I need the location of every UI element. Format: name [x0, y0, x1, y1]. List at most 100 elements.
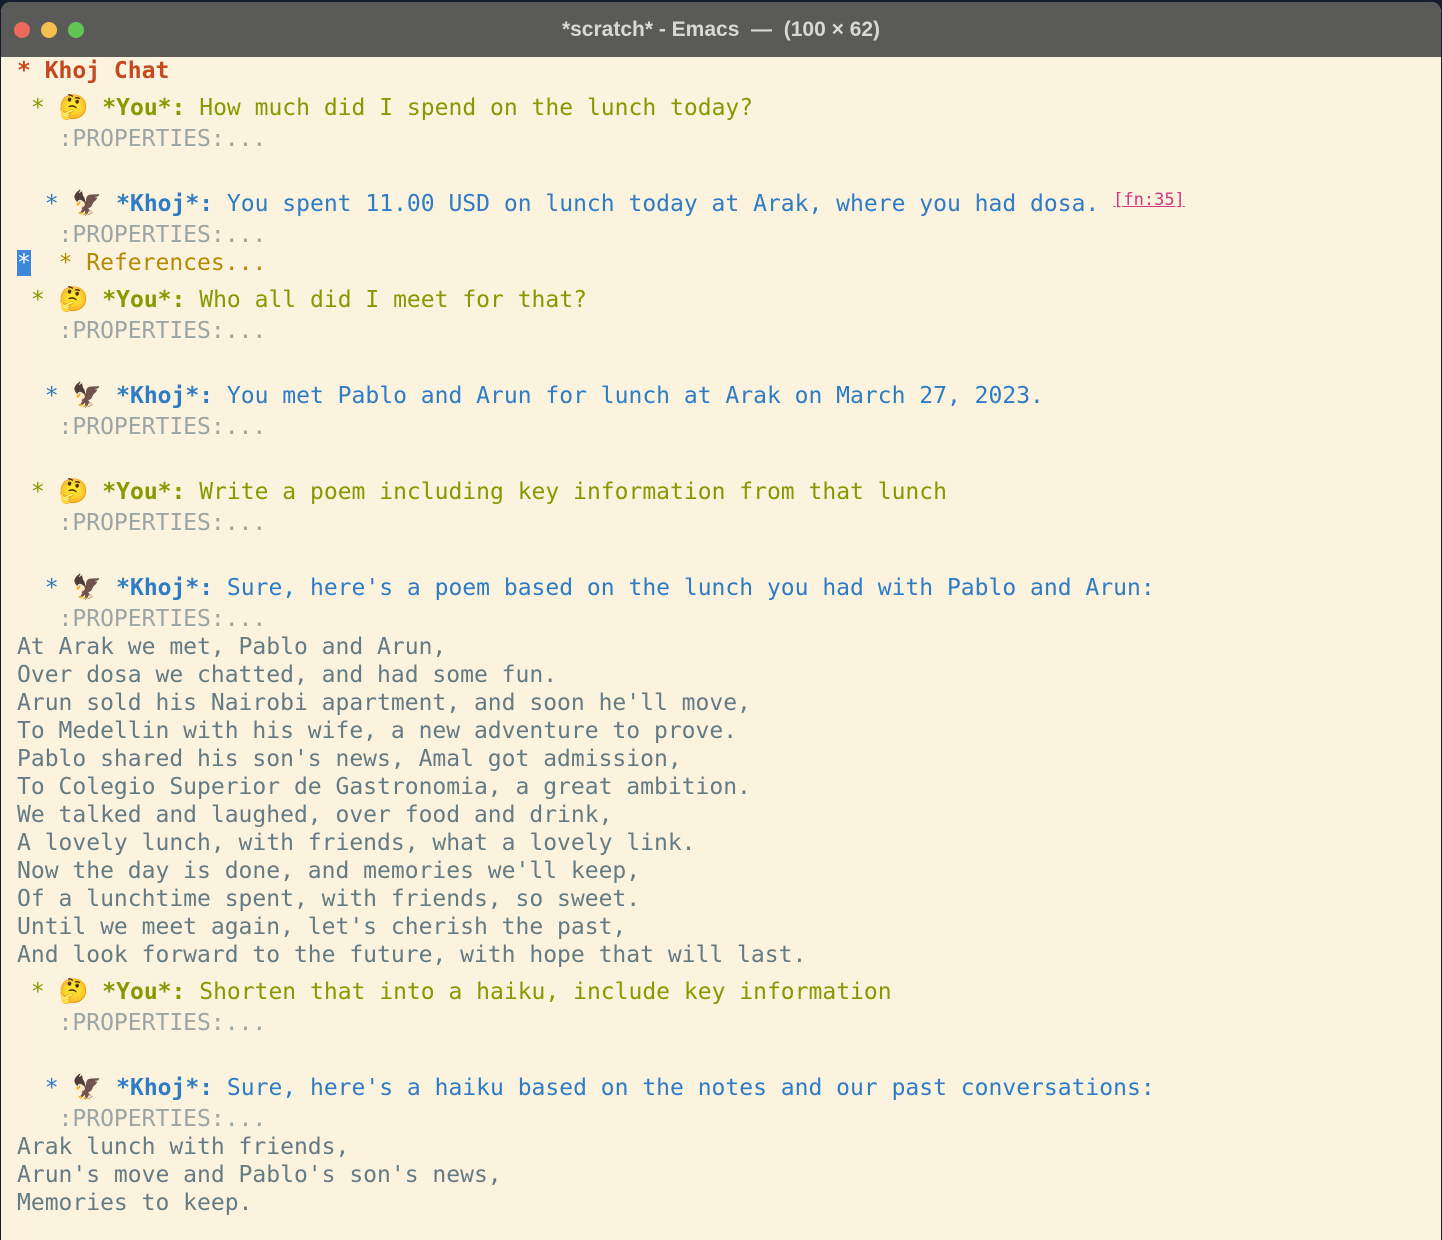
speaker-label: *Khoj*: — [102, 383, 213, 409]
org-star: * — [17, 287, 59, 313]
properties-drawer[interactable]: :PROPERTIES:... — [17, 125, 1441, 153]
eagle-emoji: 🦅 — [72, 381, 102, 409]
org-star: * — [17, 191, 72, 217]
chat-message-you: * 🤔 *You*: How much did I spend on the l… — [17, 85, 1441, 125]
text-line-content: Pablo shared his son's news, Amal got ad… — [17, 746, 682, 772]
chat-message-you: * 🤔 *You*: Who all did I meet for that? — [17, 277, 1441, 317]
references-label: * References... — [59, 250, 267, 276]
drawer-text: :PROPERTIES:... — [17, 126, 266, 152]
text-line: Until we meet again, let's cherish the p… — [17, 913, 1441, 941]
eagle-emoji: 🦅 — [72, 189, 102, 217]
chat-message-you: * 🤔 *You*: Write a poem including key in… — [17, 469, 1441, 509]
properties-drawer[interactable]: :PROPERTIES:... — [17, 413, 1441, 441]
message-text: Who all did I meet for that? — [185, 287, 587, 313]
speaker-label: *Khoj*: — [102, 575, 213, 601]
minimize-button[interactable] — [41, 22, 57, 38]
thinking-emoji: 🤔 — [59, 285, 89, 313]
properties-drawer[interactable]: :PROPERTIES:... — [17, 221, 1441, 249]
text-line-content: Arun's move and Pablo's son's news, — [17, 1162, 502, 1188]
org-heading-khoj-chat: * Khoj Chat — [17, 57, 1441, 85]
text-line: Arun sold his Nairobi apartment, and soo… — [17, 689, 1441, 717]
text-line: Over dosa we chatted, and had some fun. — [17, 661, 1441, 689]
text-line-content: Memories to keep. — [17, 1190, 252, 1216]
thinking-emoji: 🤔 — [59, 93, 89, 121]
blank-line — [17, 441, 1441, 469]
chat-message-khoj: * 🦅 *Khoj*: Sure, here's a haiku based o… — [17, 1065, 1441, 1105]
speaker-label: *You*: — [88, 479, 185, 505]
speaker-label: *Khoj*: — [102, 191, 213, 217]
close-button[interactable] — [14, 22, 30, 38]
thinking-emoji: 🤔 — [59, 977, 89, 1005]
text-line: To Colegio Superior de Gastronomia, a gr… — [17, 773, 1441, 801]
properties-drawer[interactable]: :PROPERTIES:... — [17, 1009, 1441, 1037]
properties-drawer[interactable]: :PROPERTIES:... — [17, 317, 1441, 345]
drawer-text: :PROPERTIES:... — [17, 1010, 266, 1036]
org-star: * — [17, 575, 72, 601]
chat-message-you: * 🤔 *You*: Shorten that into a haiku, in… — [17, 969, 1441, 1009]
text-line: At Arak we met, Pablo and Arun, — [17, 633, 1441, 661]
blank-line — [17, 1037, 1441, 1065]
buffer[interactable]: * Khoj Chat * 🤔 *You*: How much did I sp… — [1, 57, 1441, 1217]
eagle-emoji: 🦅 — [72, 573, 102, 601]
indent-gap — [31, 250, 59, 276]
text-line-content: We talked and laughed, over food and dri… — [17, 802, 612, 828]
emacs-window: *scratch* - Emacs — (100 × 62) * Khoj Ch… — [1, 2, 1441, 1240]
message-text: Write a poem including key information f… — [185, 479, 947, 505]
speaker-label: *You*: — [88, 287, 185, 313]
org-star: * — [17, 383, 72, 409]
message-text: How much did I spend on the lunch today? — [185, 95, 753, 121]
window-titlebar[interactable]: *scratch* - Emacs — (100 × 62) — [1, 2, 1441, 57]
text-line: To Medellin with his wife, a new adventu… — [17, 717, 1441, 745]
text-line: Pablo shared his son's news, Amal got ad… — [17, 745, 1441, 773]
text-line-content: At Arak we met, Pablo and Arun, — [17, 634, 446, 660]
org-star: * — [17, 979, 59, 1005]
text-line: Of a lunchtime spent, with friends, so s… — [17, 885, 1441, 913]
traffic-lights — [14, 2, 84, 57]
chat-message-khoj: * 🦅 *Khoj*: You spent 11.00 USD on lunch… — [17, 181, 1441, 221]
heading-text: * Khoj Chat — [17, 58, 169, 84]
window-title: *scratch* - Emacs — (100 × 62) — [562, 18, 880, 42]
message-text: Sure, here's a poem based on the lunch y… — [213, 575, 1155, 601]
message-text: Shorten that into a haiku, include key i… — [185, 979, 891, 1005]
properties-drawer[interactable]: :PROPERTIES:... — [17, 1105, 1441, 1133]
text-line: A lovely lunch, with friends, what a lov… — [17, 829, 1441, 857]
org-star: * — [17, 1075, 72, 1101]
text-line-content: Over dosa we chatted, and had some fun. — [17, 662, 557, 688]
text-line: Memories to keep. — [17, 1189, 1441, 1217]
text-line-content: A lovely lunch, with friends, what a lov… — [17, 830, 696, 856]
speaker-label: *You*: — [88, 95, 185, 121]
text-line-content: To Colegio Superior de Gastronomia, a gr… — [17, 774, 751, 800]
text-cursor: * — [17, 250, 31, 276]
desktop-background: { "window": { "title": "*scratch* - Emac… — [0, 0, 1442, 1240]
blank-line — [17, 537, 1441, 565]
text-line-content: Arak lunch with friends, — [17, 1134, 349, 1160]
thinking-emoji: 🤔 — [59, 477, 89, 505]
chat-message-khoj: * 🦅 *Khoj*: You met Pablo and Arun for l… — [17, 373, 1441, 413]
speaker-label: *Khoj*: — [102, 1075, 213, 1101]
footnote-link[interactable]: [fn:35] — [1113, 190, 1185, 210]
references-heading[interactable]: * * References... — [17, 249, 1441, 277]
zoom-button[interactable] — [68, 22, 84, 38]
drawer-text: :PROPERTIES:... — [17, 606, 266, 632]
message-text: You met Pablo and Arun for lunch at Arak… — [213, 383, 1044, 409]
properties-drawer[interactable]: :PROPERTIES:... — [17, 509, 1441, 537]
text-line-content: Arun sold his Nairobi apartment, and soo… — [17, 690, 751, 716]
text-line-content: Until we meet again, let's cherish the p… — [17, 914, 626, 940]
drawer-text: :PROPERTIES:... — [17, 510, 266, 536]
drawer-text: :PROPERTIES:... — [17, 222, 266, 248]
text-line: Arak lunch with friends, — [17, 1133, 1441, 1161]
text-line: We talked and laughed, over food and dri… — [17, 801, 1441, 829]
properties-drawer[interactable]: :PROPERTIES:... — [17, 605, 1441, 633]
text-line-content: To Medellin with his wife, a new adventu… — [17, 718, 737, 744]
speaker-label: *You*: — [88, 979, 185, 1005]
text-line-content: Of a lunchtime spent, with friends, so s… — [17, 886, 640, 912]
text-line-content: And look forward to the future, with hop… — [17, 942, 806, 968]
message-text: Sure, here's a haiku based on the notes … — [213, 1075, 1155, 1101]
text-line-content: Now the day is done, and memories we'll … — [17, 858, 640, 884]
text-line: Now the day is done, and memories we'll … — [17, 857, 1441, 885]
blank-line — [17, 153, 1441, 181]
drawer-text: :PROPERTIES:... — [17, 1106, 266, 1132]
chat-message-khoj: * 🦅 *Khoj*: Sure, here's a poem based on… — [17, 565, 1441, 605]
org-star: * — [17, 479, 59, 505]
drawer-text: :PROPERTIES:... — [17, 318, 266, 344]
